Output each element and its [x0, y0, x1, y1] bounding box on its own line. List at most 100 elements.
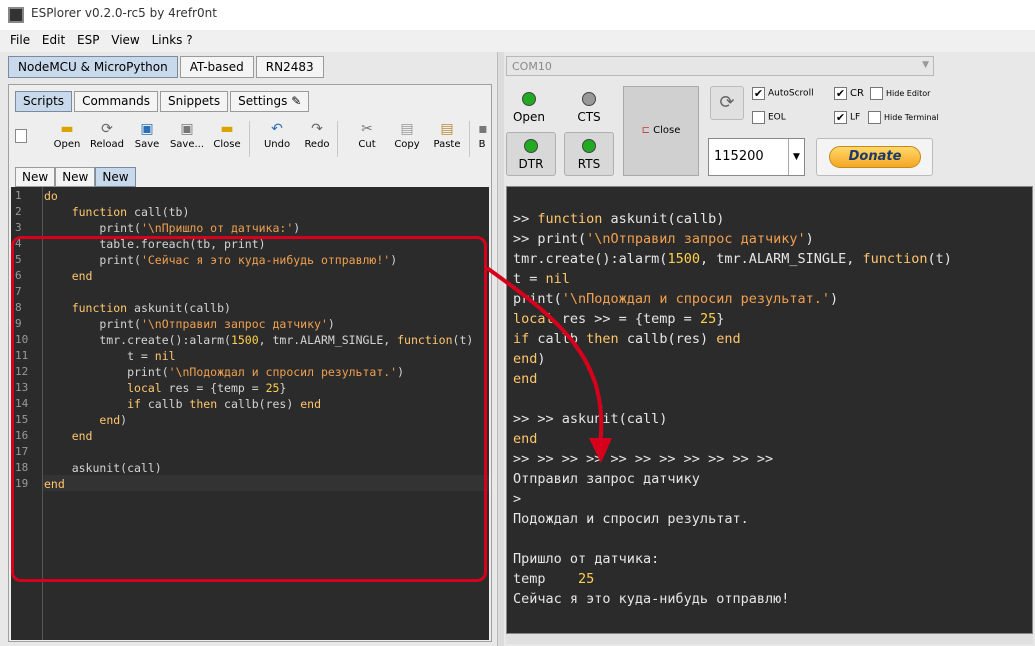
dtr-label: DTR — [518, 157, 544, 171]
close-file-button[interactable]: ▬ Close — [207, 119, 247, 150]
hide-terminal-checkbox[interactable]: Hide Terminal — [868, 111, 939, 124]
eol-checkbox[interactable]: EOL — [752, 111, 786, 124]
folder-open-icon: ▬ — [60, 121, 74, 137]
open-label: Open — [53, 139, 81, 150]
terminal-line: >> function askunit(callb) — [513, 211, 725, 227]
reload-icon: ⟳ — [101, 121, 113, 137]
paste-button[interactable]: ▤ Paste — [427, 119, 467, 150]
undo-label: Undo — [263, 139, 291, 150]
baud-rate-select[interactable]: 115200 ▼ — [708, 138, 805, 176]
terminal-line: >> >> askunit(call) — [513, 411, 668, 427]
save-icon: ▣ — [140, 121, 154, 137]
terminal-output[interactable]: >> function askunit(callb) >> print('\nОт… — [506, 186, 1033, 634]
save-button[interactable]: ▣ Save — [127, 119, 167, 150]
rts-status-led-icon — [582, 139, 596, 153]
hide-editor-check-icon — [870, 87, 883, 100]
menu-edit[interactable]: Edit — [38, 31, 69, 49]
redo-button[interactable]: ↷ Redo — [297, 119, 337, 150]
terminal-line: local res >> = {temp = 25} — [513, 311, 725, 327]
tab-settings[interactable]: Settings ✎ — [230, 91, 310, 112]
menu-links[interactable]: Links ? — [148, 31, 197, 49]
new-file-icon — [15, 129, 27, 143]
port-value: COM10 — [512, 60, 552, 73]
close-port-button[interactable]: ⊏ Close — [623, 86, 699, 176]
tab-nodemcu[interactable]: NodeMCU & MicroPython — [8, 56, 178, 78]
terminal-line: print('\nПодождал и спросил результат.') — [513, 291, 839, 307]
tab-rn2483[interactable]: RN2483 — [255, 56, 324, 78]
plug-icon: ⊏ — [641, 125, 650, 136]
open-button[interactable]: ▬ Open — [47, 119, 87, 150]
baud-value: 115200 — [714, 149, 764, 164]
menu-bar: File Edit ESP View Links ? — [0, 31, 1035, 51]
terminal-line: end) — [513, 351, 546, 367]
line-number: 2 — [15, 205, 22, 218]
undo-button[interactable]: ↶ Undo — [257, 119, 297, 150]
window-title: ESPlorer v0.2.0-rc5 by 4refr0nt — [31, 6, 217, 20]
file-tab[interactable]: New — [15, 167, 56, 187]
refresh-ports-button[interactable]: ⟳ — [710, 86, 744, 120]
tab-scripts[interactable]: Scripts — [15, 91, 73, 112]
script-tabs: Scripts Commands Snippets Settings ✎ — [15, 91, 311, 113]
toolbar-separator — [469, 121, 470, 157]
eol-label: EOL — [768, 112, 786, 123]
cts-status-led-icon — [582, 92, 596, 106]
menu-view[interactable]: View — [107, 31, 143, 49]
more-label: B — [478, 139, 486, 150]
cut-label: Cut — [358, 139, 376, 150]
paste-label: Paste — [433, 139, 461, 150]
split-pane-divider[interactable] — [497, 52, 504, 646]
code-line: print('\nПришло от датчика:') — [44, 221, 301, 235]
save-as-button[interactable]: ▣ Save... — [167, 119, 207, 150]
terminal-scrollbar[interactable] — [506, 634, 1033, 644]
open-port-button[interactable]: Open — [506, 86, 552, 128]
terminal-line: t = nil — [513, 271, 570, 287]
code-line: function call(tb) — [71, 205, 190, 219]
terminal-line: temp 25 — [513, 571, 595, 587]
hide-terminal-label: Hide Terminal — [884, 113, 939, 122]
line-number: 1 — [15, 189, 22, 202]
terminal-line: >> print('\nОтправил запрос датчику') — [513, 231, 814, 247]
terminal-line: Сейчас я это куда-нибудь отправлю! — [513, 591, 790, 607]
donate-button[interactable]: Donate — [816, 138, 933, 176]
redo-label: Redo — [304, 139, 330, 150]
scissors-icon: ✂ — [361, 121, 373, 137]
cut-button[interactable]: ✂ Cut — [347, 119, 387, 150]
autoscroll-checkbox[interactable]: ✔ AutoScroll — [752, 87, 814, 100]
terminal-line: end — [513, 371, 538, 387]
rts-toggle[interactable]: RTS — [564, 132, 614, 176]
menu-esp[interactable]: ESP — [73, 31, 103, 49]
folder-close-icon: ▬ — [220, 121, 234, 137]
right-pane: COM10 ▼ Open CTS DTR RTS ⊏ Close ⟳ ✔ Auto… — [504, 52, 1035, 646]
copy-button[interactable]: ▤ Copy — [387, 119, 427, 150]
save-label: Save — [134, 139, 160, 150]
menu-file[interactable]: File — [6, 31, 34, 49]
highlight-box — [11, 236, 487, 582]
cts-indicator: CTS — [566, 86, 612, 128]
file-tab[interactable]: New — [55, 167, 96, 187]
lf-label: LF — [850, 112, 861, 123]
tab-at-based[interactable]: AT-based — [179, 56, 254, 78]
close-file-label: Close — [213, 139, 241, 150]
save-as-label: Save... — [169, 139, 205, 150]
tab-commands[interactable]: Commands — [74, 91, 158, 112]
eol-check-icon — [752, 111, 765, 124]
terminal-line: tmr.create():alarm(1500, tmr.ALARM_SINGL… — [513, 251, 952, 267]
cr-checkbox[interactable]: ✔ CR — [834, 87, 864, 100]
paste-icon: ▤ — [440, 121, 454, 137]
lf-checkbox[interactable]: ✔ LF — [834, 111, 860, 124]
toolbar-separator — [337, 121, 338, 157]
port-select[interactable]: COM10 ▼ — [506, 56, 934, 76]
more-button[interactable]: ▪ B — [475, 119, 489, 150]
terminal-line: >> >> >> >> >> >> >> >> >> >> >> — [513, 451, 774, 467]
dtr-toggle[interactable]: DTR — [506, 132, 556, 176]
new-file-button[interactable] — [11, 119, 31, 145]
hide-editor-label: Hide Editor — [886, 89, 931, 98]
copy-label: Copy — [394, 139, 420, 150]
autoscroll-label: AutoScroll — [768, 88, 814, 99]
editor-toolbar: ▬ Open ⟳ Reload ▣ Save ▣ Save... ▬ Close ↶ Und… — [11, 119, 489, 159]
file-tab[interactable]: New — [95, 167, 136, 187]
tab-snippets[interactable]: Snippets — [160, 91, 229, 112]
hide-editor-checkbox[interactable]: Hide Editor — [870, 87, 930, 100]
terminal-line: if callb then callb(res) end — [513, 331, 741, 347]
reload-button[interactable]: ⟳ Reload — [87, 119, 127, 150]
